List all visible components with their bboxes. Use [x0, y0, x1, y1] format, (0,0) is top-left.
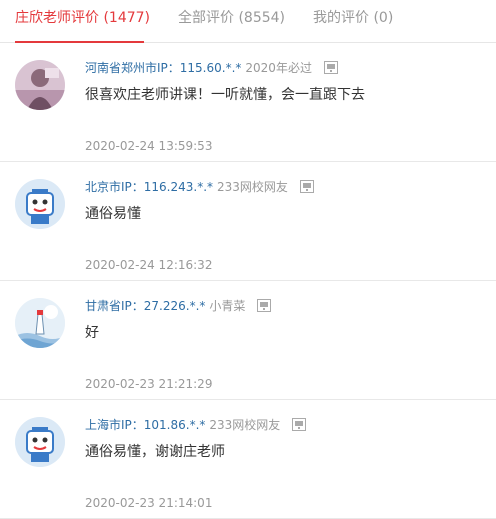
comment-content: 通俗易懂: [85, 206, 141, 222]
tab-teacher-reviews[interactable]: 庄欣老师评价 (1477): [15, 0, 150, 43]
comment-user: 2020年必过: [245, 61, 312, 75]
robot-avatar[interactable]: [15, 179, 65, 229]
comment-content: 通俗易懂，谢谢庄老师: [85, 444, 225, 460]
comment-meta: 河南省郑州市IP：115.60.*.* 2020年必过: [85, 60, 338, 76]
comment-time: 2020-02-24 13:59:53: [85, 139, 213, 153]
comment-content: 很喜欢庄老师讲课！一听就懂，会一直跟下去: [85, 87, 365, 103]
comment-user: 小青菜: [209, 299, 246, 313]
message-icon[interactable]: [257, 299, 272, 312]
tab-all-reviews[interactable]: 全部评价 (8554): [178, 0, 285, 42]
comment-item: 河南省郑州市IP：115.60.*.* 2020年必过 很喜欢庄老师讲课！一听就懂…: [0, 43, 496, 162]
lighthouse-avatar[interactable]: [15, 298, 65, 348]
comment-location: 甘肃省IP：27.226.*.*: [85, 299, 206, 313]
message-icon[interactable]: [292, 418, 307, 431]
comment-time: 2020-02-23 21:21:29: [85, 377, 213, 391]
comment-item: 上海市IP：101.86.*.* 233网校网友 通俗易懂，谢谢庄老师 2020-…: [0, 400, 496, 519]
comment-user: 233网校网友: [217, 180, 288, 194]
photo-avatar[interactable]: [15, 60, 65, 110]
comment-location: 上海市IP：101.86.*.*: [85, 418, 206, 432]
comment-meta: 北京市IP：116.243.*.* 233网校网友: [85, 179, 314, 195]
message-icon[interactable]: [323, 61, 338, 74]
tab-my-reviews[interactable]: 我的评价 (0): [313, 0, 393, 42]
comment-meta: 甘肃省IP：27.226.*.* 小青菜: [85, 298, 272, 314]
comment-location: 北京市IP：116.243.*.*: [85, 180, 214, 194]
comment-meta: 上海市IP：101.86.*.* 233网校网友: [85, 417, 307, 433]
comment-time: 2020-02-24 12:16:32: [85, 258, 213, 272]
message-icon[interactable]: [299, 180, 314, 193]
robot-avatar[interactable]: [15, 417, 65, 467]
comment-location: 河南省郑州市IP：115.60.*.*: [85, 61, 242, 75]
comment-item: 甘肃省IP：27.226.*.* 小青菜 好 2020-02-23 21:21:2…: [0, 281, 496, 400]
comment-item: 北京市IP：116.243.*.* 233网校网友 通俗易懂 2020-02-24…: [0, 162, 496, 281]
comment-user: 233网校网友: [209, 418, 281, 432]
review-tabs: 庄欣老师评价 (1477) 全部评价 (8554) 我的评价 (0): [0, 0, 496, 43]
comment-content: 好: [85, 325, 99, 341]
